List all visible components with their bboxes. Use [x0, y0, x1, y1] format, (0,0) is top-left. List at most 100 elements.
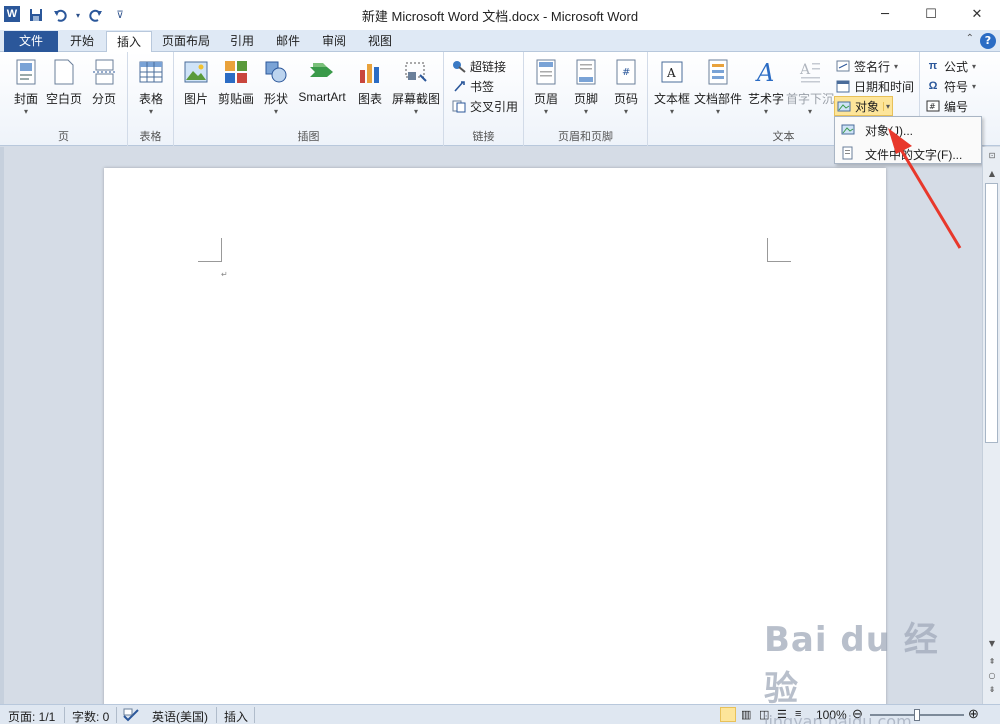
page-number-button[interactable]: # 页码 ▾ — [604, 58, 648, 122]
print-layout-view-icon[interactable] — [720, 707, 736, 722]
blank-page-icon — [51, 58, 77, 86]
chevron-down-icon: ▾ — [715, 107, 720, 116]
tab-references[interactable]: 引用 — [220, 31, 264, 52]
page-break-button[interactable]: 分页 — [82, 58, 126, 122]
smartart-button[interactable]: SmartArt — [296, 58, 348, 122]
clipart-icon — [223, 58, 249, 86]
chart-button[interactable]: 图表 — [348, 58, 392, 122]
divider — [254, 707, 255, 723]
omega-icon: Ω — [928, 80, 938, 92]
tab-review[interactable]: 审阅 — [312, 31, 356, 52]
maximize-button[interactable]: ☐ — [908, 0, 954, 28]
footer-button[interactable]: 页脚 ▾ — [564, 58, 608, 122]
group-illustrations: 图片 剪贴画 形状 ▾ SmartArt 图表 屏幕截图 ▾ 插图 — [174, 52, 444, 146]
table-icon — [138, 58, 164, 86]
tab-file[interactable]: 文件 — [4, 31, 58, 52]
language[interactable]: 英语(美国) — [152, 708, 208, 724]
next-page-icon[interactable]: ⇟ — [984, 683, 1000, 697]
insert-mode[interactable]: 插入 — [224, 708, 248, 724]
page-break-icon — [91, 58, 117, 86]
numbering-button[interactable]: # 编号 — [926, 96, 968, 116]
screenshot-button[interactable]: 屏幕截图 ▾ — [390, 58, 442, 122]
wordart-button[interactable]: A 艺术字 ▾ — [744, 58, 788, 122]
hyperlink-button[interactable]: 超链接 — [452, 56, 506, 76]
menu-item-object[interactable]: 对象(J)... — [835, 119, 981, 141]
browse-object-icon[interactable]: ○ — [984, 669, 1000, 683]
navigation-edge — [0, 147, 4, 704]
tab-insert[interactable]: 插入 — [106, 31, 153, 53]
group-label-header-footer: 页眉和页脚 — [558, 130, 613, 143]
tab-view[interactable]: 视图 — [358, 31, 402, 52]
help-icon[interactable]: ? — [980, 33, 996, 49]
hyperlink-icon — [452, 59, 466, 73]
smartart-icon — [309, 58, 335, 86]
window-controls: ─ ☐ ✕ — [862, 0, 1000, 28]
tab-mailings[interactable]: 邮件 — [266, 31, 310, 52]
object-dropdown-chevron-icon[interactable]: ▾ — [883, 101, 890, 111]
bookmark-icon — [452, 79, 466, 93]
minimize-ribbon-icon[interactable]: ⌃ — [966, 33, 974, 44]
chevron-down-icon: ▾ — [894, 61, 899, 71]
zoom-in-icon[interactable]: ⊕ — [968, 706, 979, 722]
svg-text:#: # — [622, 67, 630, 78]
tab-page-layout[interactable]: 页面布局 — [152, 31, 220, 52]
cross-reference-button[interactable]: 交叉引用 — [452, 96, 518, 116]
signature-line-icon — [836, 59, 850, 73]
header-button[interactable]: 页眉 ▾ — [524, 58, 568, 122]
dropcap-button[interactable]: A 首字下沉 ▾ — [786, 58, 834, 122]
previous-page-icon[interactable]: ⇞ — [984, 655, 1000, 669]
symbol-button[interactable]: Ω 符号 ▾ — [926, 76, 976, 96]
scroll-down-icon[interactable]: ▼ — [984, 637, 1000, 651]
quickparts-button[interactable]: 文档部件 ▾ — [694, 58, 742, 122]
bookmark-button[interactable]: 书签 — [452, 76, 494, 96]
clipart-button[interactable]: 剪贴画 — [214, 58, 258, 122]
crop-mark-top-right — [767, 238, 791, 262]
proofing-icon[interactable] — [122, 708, 140, 724]
header-icon — [533, 58, 559, 86]
group-header-footer: 页眉 ▾ 页脚 ▾ # 页码 ▾ 页眉和页脚 — [524, 52, 648, 146]
group-label-table: 表格 — [139, 130, 162, 143]
vertical-scrollbar[interactable]: ⊡ ▲ ▼ ⇞ ○ ⇟ — [982, 147, 1000, 704]
scroll-thumb[interactable] — [985, 183, 998, 443]
page-number-icon: # — [613, 58, 639, 86]
svg-text:#: # — [929, 102, 936, 111]
divider — [116, 707, 117, 723]
tab-home[interactable]: 开始 — [60, 31, 104, 52]
ruler-toggle-icon[interactable]: ⊡ — [984, 149, 1000, 163]
group-label-links: 链接 — [472, 130, 495, 143]
blank-page-button[interactable]: 空白页 — [42, 58, 86, 122]
close-button[interactable]: ✕ — [954, 0, 1000, 28]
minimize-button[interactable]: ─ — [862, 0, 908, 28]
word-count[interactable]: 字数: 0 — [72, 708, 109, 724]
baidu-watermark: Bai du 经验 jingyan.baidu.com — [764, 612, 964, 724]
crop-mark-top-left — [198, 238, 222, 262]
full-screen-reading-icon[interactable]: ▥ — [741, 708, 751, 721]
svg-text:A: A — [799, 62, 811, 78]
table-button[interactable]: 表格 ▾ — [129, 58, 173, 122]
pi-icon: π — [928, 60, 938, 72]
textbox-button[interactable]: A 文本框 ▾ — [650, 58, 694, 122]
divider — [216, 707, 217, 723]
cover-page-icon — [13, 58, 39, 86]
chevron-down-icon: ▾ — [763, 107, 768, 116]
chevron-down-icon: ▾ — [583, 107, 588, 116]
picture-button[interactable]: 图片 — [174, 58, 218, 122]
chevron-down-icon: ▾ — [669, 107, 674, 116]
menu-item-text-from-file[interactable]: 文件中的文字(F)... — [835, 143, 981, 165]
object-dropdown-menu: 对象(J)... 文件中的文字(F)... — [834, 116, 982, 164]
shapes-icon — [263, 58, 289, 86]
object-icon — [837, 99, 851, 113]
shapes-button[interactable]: 形状 ▾ — [254, 58, 298, 122]
textbox-icon: A — [659, 58, 685, 86]
page-count[interactable]: 页面: 1/1 — [8, 708, 55, 724]
group-label-page: 页 — [58, 130, 69, 143]
quickparts-icon — [705, 58, 731, 86]
watermark-url: jingyan.baidu.com — [764, 712, 912, 724]
equation-button[interactable]: π 公式 ▾ — [926, 56, 976, 76]
date-time-button[interactable]: 日期和时间 — [836, 76, 914, 96]
scroll-up-icon[interactable]: ▲ — [984, 167, 1000, 181]
object-icon — [841, 122, 855, 139]
signature-line-button[interactable]: 签名行 ▾ — [836, 56, 898, 76]
group-page: 封面 ▾ 空白页 分页 页 — [0, 52, 128, 146]
object-button[interactable]: 对象 ▾ — [834, 96, 894, 116]
